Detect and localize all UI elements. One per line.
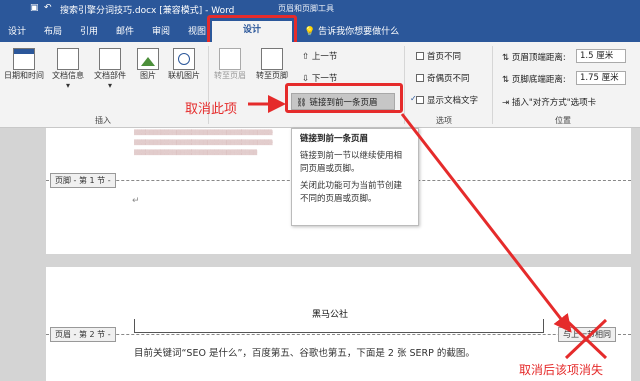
arrow-to-same-as-previous bbox=[400, 113, 572, 333]
annotation-arrows bbox=[248, 95, 608, 360]
annotation-disappears: 取消后该项消失 bbox=[519, 363, 604, 377]
